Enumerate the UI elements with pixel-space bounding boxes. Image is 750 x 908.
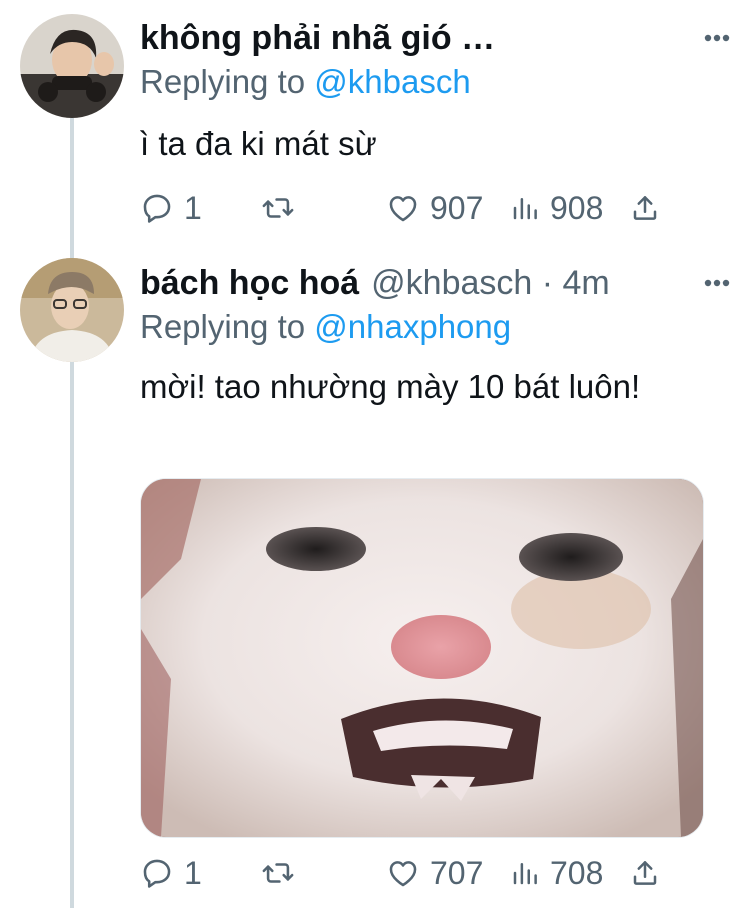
reply-count: 1 [184,189,202,226]
replying-label: Replying to [140,308,306,345]
display-name[interactable]: không phải nhã gió … [140,19,495,58]
reply-button[interactable]: 1 [140,853,202,893]
display-name[interactable]: bách học hoá [140,264,359,303]
heart-icon [389,861,417,887]
share-upload-icon [633,861,657,885]
tweet-text: mời! tao nhường mày 10 bát luôn! [140,368,641,405]
handle-and-time: @khbasch · 4m [371,263,610,302]
like-count: 707 [430,854,484,891]
retweet-button[interactable] [260,853,306,893]
more-options-button[interactable] [704,15,730,61]
share-button[interactable] [630,188,660,228]
cat-photo-icon [141,479,703,837]
tweet-item[interactable]: không phải nhã gió … Replying to @khbasc… [0,0,750,240]
views-bars-icon [513,198,537,220]
views-bars-icon [513,863,537,885]
avatar[interactable] [20,14,124,118]
replying-to: Replying to @nhaxphong [140,308,511,346]
tweet-text: ì ta đa ki mát sừ [140,125,377,162]
mention-link[interactable]: @khbasch [314,63,470,100]
more-dots-icon [704,34,730,42]
tweet-actions: 1 907 908 [140,188,680,228]
retweet-icon [262,863,294,883]
heart-icon [389,196,417,222]
like-button[interactable]: 707 [386,853,483,893]
reply-count: 1 [184,854,202,891]
views-button[interactable]: 708 [510,853,603,893]
view-count: 708 [550,854,604,891]
retweet-icon [262,198,294,218]
more-dots-icon [704,279,730,287]
tweet-item[interactable]: bách học hoá @khbasch · 4m Replying to @… [0,248,750,908]
mention-link[interactable]: @nhaxphong [314,308,511,345]
reply-bubble-icon [143,194,171,223]
tweet-actions: 1 707 708 [140,853,680,893]
share-upload-icon [633,196,657,220]
like-count: 907 [430,189,484,226]
replying-label: Replying to [140,63,306,100]
tweet-header: không phải nhã gió … [140,15,730,61]
like-button[interactable]: 907 [386,188,483,228]
reply-bubble-icon [143,859,171,888]
retweet-button[interactable] [260,188,306,228]
tweet-media-photo[interactable] [140,478,704,838]
view-count: 908 [550,189,604,226]
reply-button[interactable]: 1 [140,188,202,228]
replying-to: Replying to @khbasch [140,63,471,101]
share-button[interactable] [630,853,660,893]
avatar[interactable] [20,258,124,362]
tweet-header: bách học hoá @khbasch · 4m [140,260,730,306]
views-button[interactable]: 908 [510,188,603,228]
more-options-button[interactable] [704,260,730,306]
